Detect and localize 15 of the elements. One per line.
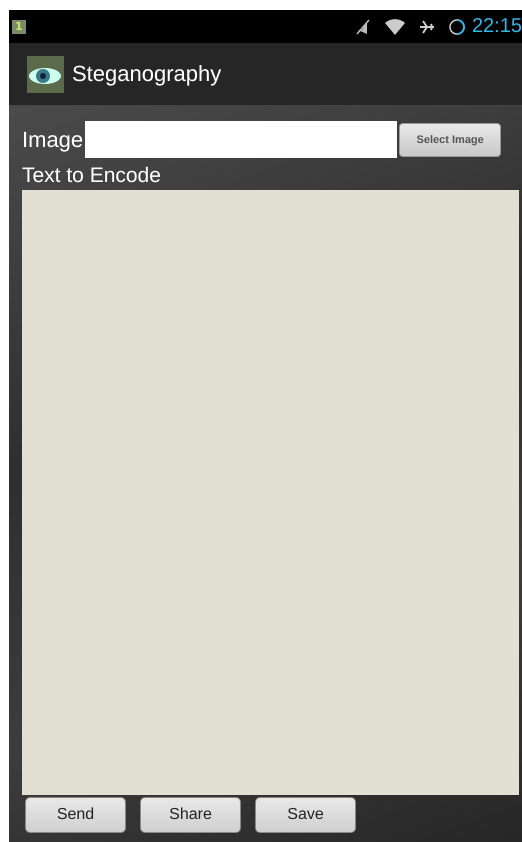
wifi-icon	[384, 18, 406, 36]
app-title: Steganography	[72, 61, 222, 87]
sync-icon	[448, 18, 466, 36]
image-label: Image	[22, 126, 84, 152]
action-button[interactable]: Save	[255, 797, 356, 833]
text-area[interactable]	[22, 190, 519, 795]
action-button[interactable]: Send	[25, 797, 126, 833]
airplane-icon	[418, 18, 436, 36]
image-field[interactable]	[85, 121, 398, 158]
text-label: Text to Encode	[22, 164, 162, 189]
select-image-button[interactable]: Select Image	[399, 122, 502, 156]
notification-badge: 1	[12, 20, 26, 34]
eye-icon	[27, 56, 64, 92]
clock: 22:15	[472, 15, 522, 38]
action-button[interactable]: Share	[140, 797, 241, 833]
